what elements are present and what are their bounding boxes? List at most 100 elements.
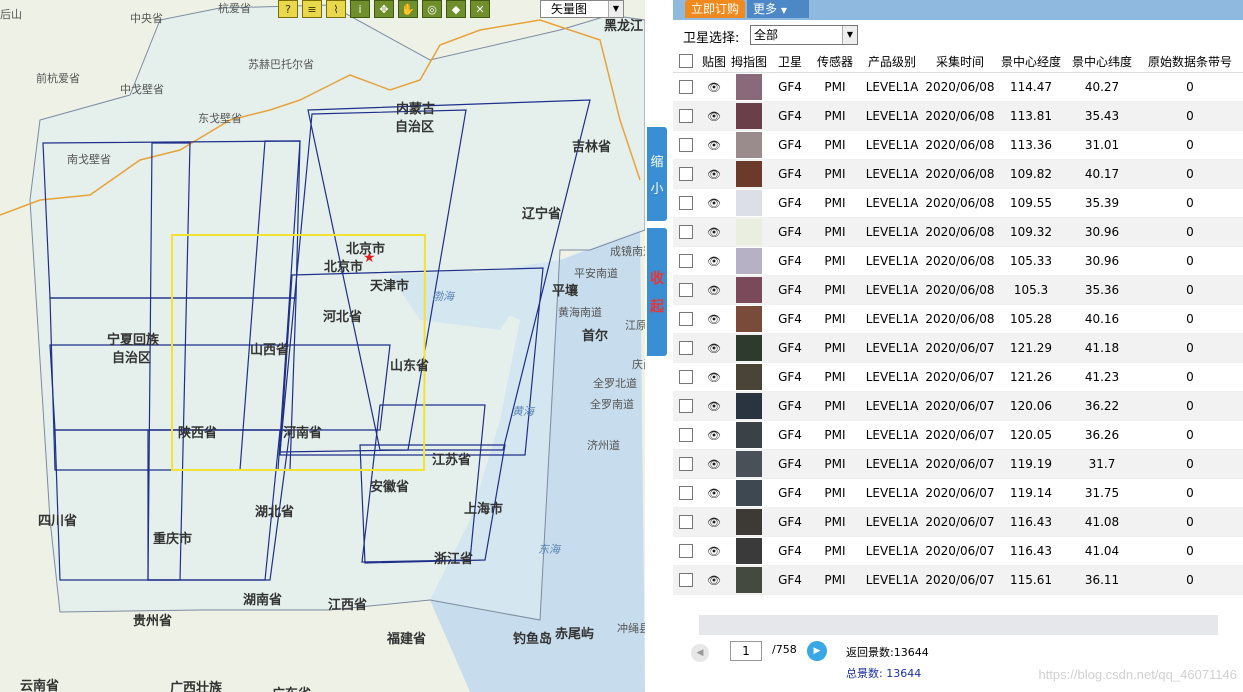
thumbnail-image[interactable]	[736, 103, 762, 129]
info-icon[interactable]: i	[350, 0, 370, 18]
row-checkbox[interactable]	[679, 457, 693, 472]
eye-icon[interactable]: 👁	[707, 400, 721, 413]
thumbnail-image[interactable]	[736, 422, 762, 448]
fullextent-icon[interactable]: ✥	[374, 0, 394, 18]
map-place-label: 河南省	[283, 426, 323, 441]
table-row[interactable]: 👁 GF4 PMI LEVEL1A 2020/06/07 119.19 31.7 0	[673, 449, 1243, 479]
select-all-checkbox[interactable]	[679, 54, 693, 69]
thumbnail-image[interactable]	[736, 248, 762, 274]
eye-icon[interactable]: 👁	[707, 81, 721, 94]
collapse-tab[interactable]: 收 起	[647, 228, 667, 356]
table-row[interactable]: 👁 GF4 PMI LEVEL1A 2020/06/07 115.61 36.11 0	[673, 565, 1243, 595]
thumbnail-image[interactable]	[736, 161, 762, 187]
row-checkbox[interactable]	[679, 167, 693, 182]
row-checkbox[interactable]	[679, 573, 693, 588]
pan-icon[interactable]: ✋	[398, 0, 418, 18]
table-row[interactable]: 👁 GF4 PMI LEVEL1A 2020/06/08 109.55 35.39 0	[673, 188, 1243, 218]
page-input[interactable]: 1	[730, 641, 762, 661]
table-row[interactable]: 👁 GF4 PMI LEVEL1A 2020/06/08 113.36 31.01 0	[673, 130, 1243, 160]
thumbnail-image[interactable]	[736, 277, 762, 303]
table-row[interactable]: 👁 GF4 PMI LEVEL1A 2020/06/07 119.14 31.75 0	[673, 478, 1243, 508]
satellite-select[interactable]: 全部 ▼	[750, 25, 858, 45]
table-row[interactable]: 👁 GF4 PMI LEVEL1A 2020/06/08 105.28 40.16 0	[673, 304, 1243, 334]
thumbnail-image[interactable]	[736, 335, 762, 361]
table-row[interactable]: 👁 GF4 PMI LEVEL1A 2020/06/08 105.33 30.96 0	[673, 246, 1243, 276]
horizontal-scrollbar[interactable]	[699, 615, 1218, 635]
map-place-label: 黄海	[512, 405, 534, 418]
row-checkbox[interactable]	[679, 544, 693, 559]
row-checkbox[interactable]	[679, 283, 693, 298]
table-row[interactable]: 👁 GF4 PMI LEVEL1A 2020/06/08 114.47 40.27 0	[673, 72, 1243, 102]
table-row[interactable]: 👁 GF4 PMI LEVEL1A 2020/06/07 121.26 41.23 0	[673, 362, 1243, 392]
cell-sat: GF4	[769, 72, 811, 102]
table-row[interactable]: 👁 GF4 PMI LEVEL1A 2020/06/08 109.82 40.17 0	[673, 159, 1243, 189]
eye-icon[interactable]: 👁	[707, 545, 721, 558]
map-place-label: 渤海	[432, 290, 454, 303]
table-row[interactable]: 👁 GF4 PMI LEVEL1A 2020/06/08 109.32 30.96 0	[673, 217, 1243, 247]
thumbnail-image[interactable]	[736, 538, 762, 564]
erase-icon[interactable]: ◆	[446, 0, 466, 18]
eye-icon[interactable]: 👁	[707, 342, 721, 355]
thumbnail-image[interactable]	[736, 509, 762, 535]
eye-icon[interactable]: 👁	[707, 371, 721, 384]
eye-icon[interactable]: 👁	[707, 487, 721, 500]
eye-icon[interactable]: 👁	[707, 458, 721, 471]
row-checkbox[interactable]	[679, 80, 693, 95]
table-row[interactable]: 👁 GF4 PMI LEVEL1A 2020/06/07 120.05 36.26 0	[673, 420, 1243, 450]
eye-icon[interactable]: 👁	[707, 139, 721, 152]
row-checkbox[interactable]	[679, 515, 693, 530]
eye-icon[interactable]: 👁	[707, 226, 721, 239]
eye-icon[interactable]: 👁	[707, 313, 721, 326]
eye-icon[interactable]: 👁	[707, 197, 721, 210]
select-all-header[interactable]	[673, 50, 699, 73]
prev-page-button[interactable]: ◀	[691, 644, 709, 662]
eye-icon[interactable]: 👁	[707, 110, 721, 123]
table-row[interactable]: 👁 GF4 PMI LEVEL1A 2020/06/07 116.43 41.08 0	[673, 507, 1243, 537]
row-select-cell	[673, 478, 699, 508]
row-checkbox[interactable]	[679, 138, 693, 153]
eye-icon[interactable]: 👁	[707, 168, 721, 181]
table-row[interactable]: 👁 GF4 PMI LEVEL1A 2020/06/07 116.43 41.04 0	[673, 536, 1243, 566]
cell-level: LEVEL1A	[859, 130, 925, 160]
thumbnail-image[interactable]	[736, 364, 762, 390]
layer-select[interactable]: 矢量图 ▼	[540, 0, 624, 18]
shrink-tab[interactable]: 缩 小	[647, 127, 667, 221]
thumbnail-image[interactable]	[736, 190, 762, 216]
order-now-button[interactable]: 立即订购	[685, 0, 746, 18]
row-checkbox[interactable]	[679, 486, 693, 501]
thumbnail-image[interactable]	[736, 393, 762, 419]
thumbnail-image[interactable]	[736, 219, 762, 245]
row-checkbox[interactable]	[679, 428, 693, 443]
help-icon[interactable]: ?	[278, 0, 298, 18]
eye-icon[interactable]: 👁	[707, 255, 721, 268]
thumbnail-image[interactable]	[736, 132, 762, 158]
row-checkbox[interactable]	[679, 399, 693, 414]
thumbnail-image[interactable]	[736, 451, 762, 477]
target-icon[interactable]: ◎	[422, 0, 442, 18]
table-row[interactable]: 👁 GF4 PMI LEVEL1A 2020/06/08 105.3 35.36 0	[673, 275, 1243, 305]
close-icon[interactable]: ✕	[470, 0, 490, 18]
thumbnail-image[interactable]	[736, 480, 762, 506]
row-checkbox[interactable]	[679, 370, 693, 385]
map-view[interactable]: ★ 后山 中央省 杭爱省 前杭爱省 苏赫巴托尔省 中戈壁省 东戈壁省 南戈壁省 内蒙古 自治区 吉林…	[0, 0, 645, 692]
table-row[interactable]: 👁 GF4 PMI LEVEL1A 2020/06/07 121.29 41.18 0	[673, 333, 1243, 363]
next-page-button[interactable]: ▶	[807, 641, 827, 661]
eye-icon[interactable]: 👁	[707, 429, 721, 442]
eye-icon[interactable]: 👁	[707, 574, 721, 587]
eye-icon[interactable]: 👁	[707, 516, 721, 529]
row-checkbox[interactable]	[679, 312, 693, 327]
more-menu-button[interactable]: 更多 ▼	[747, 0, 809, 18]
thumbnail-image[interactable]	[736, 74, 762, 100]
row-checkbox[interactable]	[679, 254, 693, 269]
row-checkbox[interactable]	[679, 341, 693, 356]
row-checkbox[interactable]	[679, 196, 693, 211]
row-checkbox[interactable]	[679, 225, 693, 240]
eye-icon[interactable]: 👁	[707, 284, 721, 297]
thumbnail-image[interactable]	[736, 567, 762, 593]
thumbnail-image[interactable]	[736, 306, 762, 332]
layers-icon[interactable]: ≡	[302, 0, 322, 18]
table-row[interactable]: 👁 GF4 PMI LEVEL1A 2020/06/07 120.06 36.22 0	[673, 391, 1243, 421]
measure-icon[interactable]: ⌇	[326, 0, 346, 18]
row-checkbox[interactable]	[679, 109, 693, 124]
table-row[interactable]: 👁 GF4 PMI LEVEL1A 2020/06/08 113.81 35.43 0	[673, 101, 1243, 131]
